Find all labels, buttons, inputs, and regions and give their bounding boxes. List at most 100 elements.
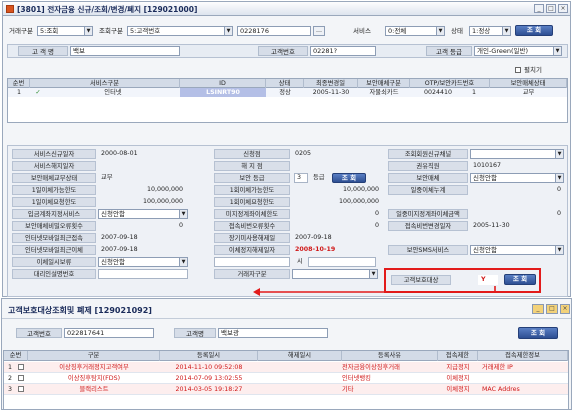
form-label: 보안매체교부상태 — [12, 173, 96, 183]
table-row[interactable]: 2 이상징후탐지(FDS) 2014-07-09 13:02:55 인터넷뱅킹 … — [4, 373, 568, 384]
trade-type-label: 거래구분 — [9, 27, 33, 35]
row-release — [258, 363, 342, 372]
customer-grade-select[interactable]: 개인-Green(일반) ▼ — [474, 46, 562, 56]
title-bar: [3801] 전자금융 신규/조회/변경/폐지 [129021000] _ □ … — [3, 2, 570, 16]
row-limit: 지급정지 — [446, 364, 470, 371]
row-media-state: 교부 — [522, 89, 535, 96]
col-type: 구분 — [28, 351, 160, 361]
row-checkbox[interactable] — [18, 364, 24, 370]
form-value: 0 — [178, 222, 183, 229]
time-field-to[interactable] — [308, 257, 376, 267]
customer-panel: 고 객 명 백보 고객번호 02281? 고객 등급 개인-Green(일반) ▼ — [7, 44, 568, 58]
row-limit: 이체정지 — [446, 386, 470, 393]
form-label: 서비스해지일자 — [12, 161, 96, 171]
row-service: 인터넷 — [104, 89, 122, 96]
col-state: 상태 — [266, 79, 304, 88]
customer-grade-label: 고객 등급 — [426, 46, 472, 56]
close-icon[interactable]: × — [558, 4, 568, 13]
main-window: [3801] 전자금융 신규/조회/변경/폐지 [129021000] _ □ … — [2, 1, 571, 297]
hour-unit: 시 — [297, 258, 303, 265]
trade-type-select[interactable]: 5:조회 ▼ — [37, 26, 93, 36]
trader-type-select[interactable]: ▼ — [292, 269, 378, 279]
agent-no-field[interactable] — [98, 269, 188, 279]
form-value: 교부 — [101, 174, 113, 181]
customer-name-label: 고 객 명 — [18, 46, 68, 56]
customer-name-label: 고객명 — [174, 328, 216, 338]
col-limit: 접속제한 — [438, 351, 478, 361]
table-row[interactable]: 1 ✓ 인터넷 LSINRT90 정상 2005-11-30 자물쇠카드 002… — [8, 88, 567, 97]
customer-name-field[interactable]: 백보광 — [218, 328, 328, 338]
form-label: 이체정지해제일자 — [214, 245, 290, 255]
chevron-down-icon: ▼ — [553, 47, 561, 55]
col-release: 해제일시 — [258, 351, 342, 361]
form-label: 거래자구분 — [214, 269, 290, 279]
time-field-from[interactable] — [214, 257, 290, 267]
form-label: 보안매체 — [388, 173, 468, 183]
close-icon[interactable]: × — [560, 304, 570, 314]
protection-window-title: 고객보호대상조회및 폐제 [129021092] — [8, 306, 152, 315]
chevron-down-icon: ▼ — [555, 150, 563, 158]
row-count: 1 — [471, 89, 476, 96]
minimize-icon[interactable]: _ — [532, 304, 544, 314]
row-reason: 인터넷뱅킹 — [342, 375, 371, 382]
col-date: 최종변경일 — [304, 79, 358, 88]
col-reason: 등록사유 — [342, 351, 438, 361]
form-label: 서비스신규일자 — [12, 149, 96, 159]
row-checkbox[interactable] — [18, 375, 24, 381]
check-icon: ✓ — [35, 89, 41, 96]
media-select[interactable]: 신청안함 ▼ — [470, 173, 564, 183]
channel-select[interactable]: ▼ — [470, 149, 564, 159]
search-button[interactable]: 조 회 — [515, 25, 553, 36]
minimize-icon[interactable]: _ — [534, 4, 544, 13]
form-label: 보안 등급 — [214, 173, 290, 183]
expand-checkbox[interactable] — [515, 67, 521, 73]
col-info: 접속제한정보 — [478, 351, 568, 361]
form-value: 10,000,000 — [146, 186, 183, 193]
form-value: 100,000,000 — [142, 198, 183, 205]
form-value: 0 — [556, 186, 561, 193]
state-select[interactable]: 1:정상 ▼ — [469, 26, 511, 36]
form-label: 1일이체가능한도 — [12, 185, 96, 195]
hold-select[interactable]: 신청안함 ▼ — [98, 257, 188, 267]
customer-name-field[interactable]: 백보 — [70, 46, 180, 56]
form-label: 1일이체요청한도 — [12, 197, 96, 207]
sms-select[interactable]: 신청안함 ▼ — [470, 245, 564, 255]
protection-search-button[interactable]: 조 회 — [504, 274, 536, 285]
table-row[interactable]: 1 이상징후거래정지고객여부 2014-11-10 09:52:08 전자금융이… — [4, 362, 568, 373]
maximize-icon[interactable]: □ — [546, 4, 556, 13]
row-checkbox[interactable] — [18, 386, 24, 392]
row-type: 이상징후거래정지고객여부 — [59, 364, 129, 371]
row-no: 2 — [7, 375, 12, 382]
restore-icon[interactable]: □ — [546, 304, 558, 314]
service-select[interactable]: 0:전체 ▼ — [385, 26, 445, 36]
protection-target-label: 고객보호대상 — [391, 275, 451, 285]
form-value: 0 — [374, 222, 379, 229]
customer-no-field[interactable]: 022817641 — [64, 328, 154, 338]
col-otp: OTP/보안카드번호 — [410, 79, 490, 88]
chevron-down-icon: ▼ — [436, 27, 444, 35]
grid-header: 순번 서비스구분 ID 상태 최종변경일 보안매체구분 OTP/보안카드번호 보… — [8, 79, 567, 88]
form-label: 보안SMS서비스 — [388, 245, 468, 255]
col-no: 순번 — [8, 79, 30, 88]
row-info — [478, 374, 568, 383]
form-value: 2000-08-01 — [101, 150, 138, 157]
form-value: 0 — [556, 210, 561, 217]
account-service-select[interactable]: 신청안함 ▼ — [98, 209, 188, 219]
row-release — [258, 385, 342, 394]
query-input[interactable]: 0228176 — [237, 26, 311, 36]
col-no: 순번 — [4, 351, 28, 361]
search-button[interactable]: 조 회 — [518, 327, 558, 339]
row-reason: 전자금융이상징후거래 — [342, 364, 400, 371]
expand-label: 펼치기 — [524, 66, 542, 74]
security-grade-field[interactable]: 3 — [294, 173, 308, 183]
grade-search-button[interactable]: 조 회 — [332, 173, 366, 183]
form-label: 보안매체비밀오류횟수 — [12, 221, 96, 231]
row-id: LSINRT90 — [180, 88, 266, 97]
form-label: 1회이체가능한도 — [214, 185, 290, 195]
grid-header: 순번 구분 등록일시 해제일시 등록사유 접속제한 접속제한정보 — [4, 351, 568, 361]
table-row[interactable]: 3 블랙리스트 2014-03-05 19:18:27 기타 이체정지 MAC … — [4, 384, 568, 395]
chevron-down-icon: ▼ — [502, 27, 510, 35]
lookup-icon[interactable]: … — [313, 26, 325, 36]
query-type-select[interactable]: 5:고객번호 ▼ — [127, 26, 233, 36]
customer-no-field[interactable]: 02281? — [310, 46, 376, 56]
